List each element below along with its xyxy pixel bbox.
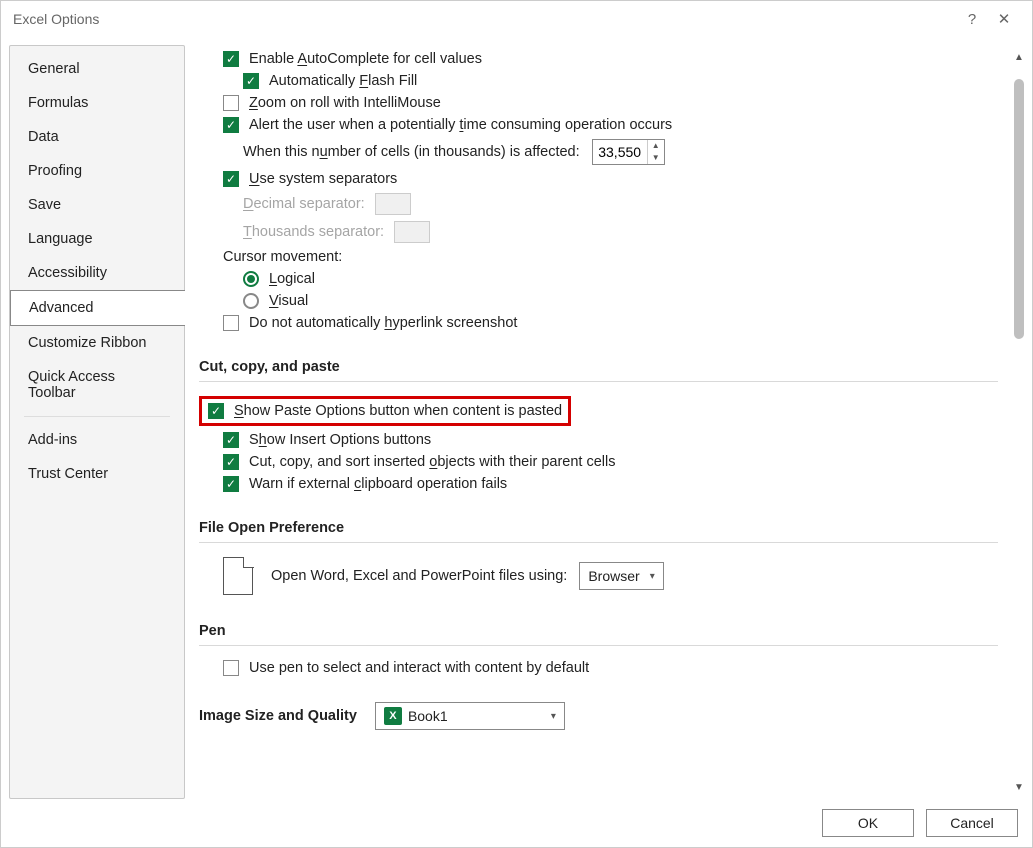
thousands-separator-input <box>394 221 430 243</box>
cells-affected-input[interactable]: ▲▼ <box>592 139 665 165</box>
chevron-down-icon: ▾ <box>650 571 655 582</box>
opt-no-hyperlink-screenshot[interactable]: Do not automatically hyperlink screensho… <box>199 315 998 331</box>
sidebar-item-customize-ribbon[interactable]: Customize Ribbon <box>10 326 184 360</box>
opt-autocomplete[interactable]: Enable AutoComplete for cell values <box>199 51 998 67</box>
highlight-annotation: Show Paste Options button when content i… <box>199 396 998 426</box>
dialog-footer: OK Cancel <box>1 799 1032 847</box>
checkbox-icon[interactable] <box>223 454 239 470</box>
opt-show-insert-options[interactable]: Show Insert Options buttons <box>199 432 998 448</box>
sidebar-item-trust-center[interactable]: Trust Center <box>10 457 184 491</box>
sidebar-item-advanced[interactable]: Advanced <box>10 290 185 326</box>
cursor-movement-label: Cursor movement: <box>199 249 998 265</box>
opt-alert-time-consuming[interactable]: Alert the user when a potentially time c… <box>199 117 998 133</box>
chevron-down-icon: ▾ <box>551 711 556 722</box>
checkbox-icon[interactable] <box>223 476 239 492</box>
opt-zoom-intellimouse[interactable]: Zoom on roll with IntelliMouse <box>199 95 998 111</box>
dialog-title: Excel Options <box>13 11 99 27</box>
ok-button[interactable]: OK <box>822 809 914 837</box>
scroll-thumb[interactable] <box>1014 79 1024 339</box>
checkbox-icon[interactable] <box>223 171 239 187</box>
scrollbar[interactable]: ▲ ▼ <box>1012 49 1026 795</box>
sidebar-item-data[interactable]: Data <box>10 120 184 154</box>
opt-pen-select[interactable]: Use pen to select and interact with cont… <box>199 660 998 676</box>
options-panel: Enable AutoComplete for cell values Auto… <box>199 45 1006 799</box>
close-button[interactable]: ✕ <box>988 3 1020 35</box>
opt-flash-fill[interactable]: Automatically Flash Fill <box>199 73 998 89</box>
cells-affected-value[interactable] <box>593 143 647 161</box>
scroll-up-icon[interactable]: ▲ <box>1012 49 1026 65</box>
opt-cursor-logical[interactable]: Logical <box>199 271 998 287</box>
sidebar-item-general[interactable]: General <box>10 52 184 86</box>
checkbox-icon[interactable] <box>223 432 239 448</box>
titlebar: Excel Options ? ✕ <box>1 1 1032 37</box>
opt-show-paste-options[interactable]: Show Paste Options button when content i… <box>234 403 562 419</box>
sidebar-item-proofing[interactable]: Proofing <box>10 154 184 188</box>
sidebar-item-accessibility[interactable]: Accessibility <box>10 256 184 290</box>
decimal-separator-input <box>375 193 411 215</box>
checkbox-icon[interactable] <box>223 315 239 331</box>
category-sidebar: General Formulas Data Proofing Save Lang… <box>9 45 185 799</box>
opt-system-separators[interactable]: Use system separators <box>199 171 998 187</box>
checkbox-icon[interactable] <box>223 660 239 676</box>
opt-cut-copy-objects[interactable]: Cut, copy, and sort inserted objects wit… <box>199 454 998 470</box>
opt-warn-clipboard[interactable]: Warn if external clipboard operation fai… <box>199 476 998 492</box>
checkbox-icon[interactable] <box>243 73 259 89</box>
sidebar-item-addins[interactable]: Add-ins <box>10 423 184 457</box>
checkbox-icon[interactable] <box>223 51 239 67</box>
opt-thousands-separator: Thousands separator: <box>199 221 998 243</box>
checkbox-icon[interactable] <box>223 95 239 111</box>
spin-down-icon[interactable]: ▼ <box>648 152 664 164</box>
file-open-select[interactable]: Browser ▾ <box>579 562 663 590</box>
section-file-open: File Open Preference <box>199 520 998 536</box>
image-quality-workbook-select[interactable]: XBook1 ▾ <box>375 702 565 730</box>
checkbox-icon[interactable] <box>208 403 224 419</box>
checkbox-icon[interactable] <box>223 117 239 133</box>
file-open-row: Open Word, Excel and PowerPoint files us… <box>199 557 998 595</box>
help-button[interactable]: ? <box>956 3 988 35</box>
sidebar-item-language[interactable]: Language <box>10 222 184 256</box>
radio-icon[interactable] <box>243 271 259 287</box>
opt-cells-affected: When this number of cells (in thousands)… <box>199 139 998 165</box>
radio-icon[interactable] <box>243 293 259 309</box>
section-pen: Pen <box>199 623 998 639</box>
excel-options-dialog: Excel Options ? ✕ General Formulas Data … <box>0 0 1033 848</box>
document-icon <box>223 557 253 595</box>
scroll-down-icon[interactable]: ▼ <box>1012 779 1026 795</box>
cancel-button[interactable]: Cancel <box>926 809 1018 837</box>
sidebar-item-formulas[interactable]: Formulas <box>10 86 184 120</box>
excel-icon: X <box>384 707 402 725</box>
spin-up-icon[interactable]: ▲ <box>648 140 664 152</box>
opt-decimal-separator: Decimal separator: <box>199 193 998 215</box>
sidebar-item-quick-access[interactable]: Quick Access Toolbar <box>10 360 184 410</box>
sidebar-item-save[interactable]: Save <box>10 188 184 222</box>
sidebar-separator <box>24 416 170 417</box>
section-image-size-quality: Image Size and Quality XBook1 ▾ <box>199 702 998 730</box>
opt-cursor-visual[interactable]: Visual <box>199 293 998 309</box>
file-open-label: Open Word, Excel and PowerPoint files us… <box>271 568 567 584</box>
section-cut-copy-paste: Cut, copy, and paste <box>199 359 998 375</box>
